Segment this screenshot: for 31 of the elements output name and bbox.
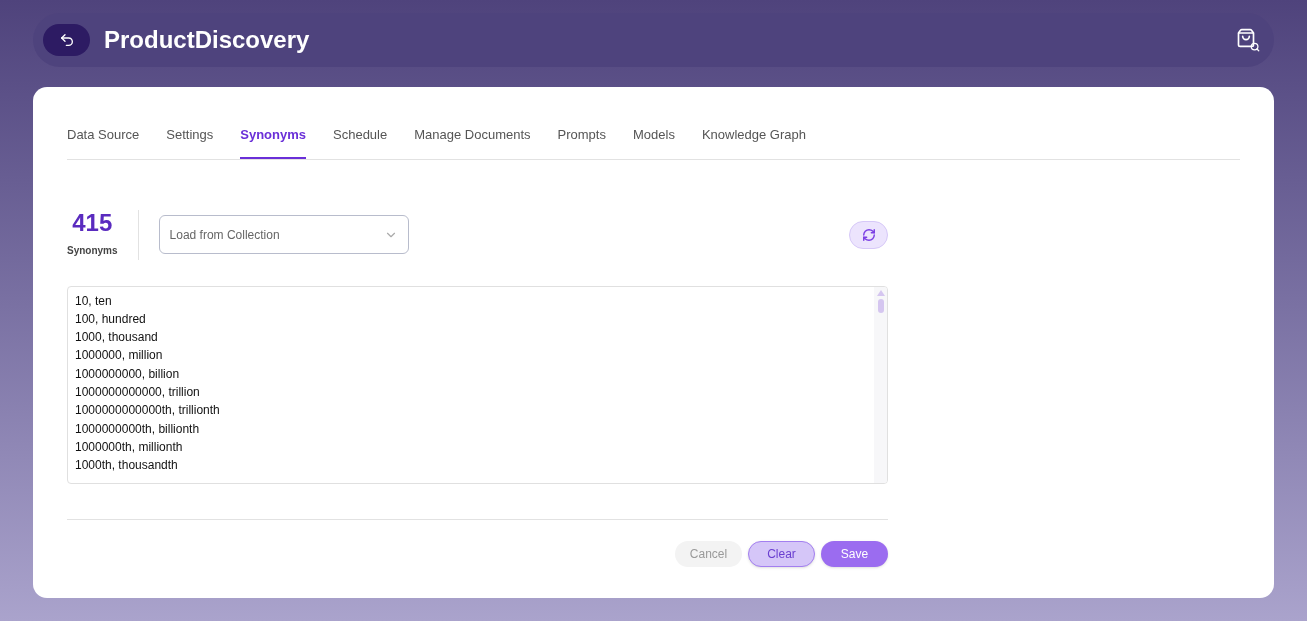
- synonym-line: 1000000000000, trillion: [75, 384, 201, 401]
- synonym-line: 10, ten: [75, 292, 113, 310]
- synonym-line: 1000000000, billion: [75, 365, 181, 383]
- shopping-bag-search-icon[interactable]: [1236, 28, 1260, 52]
- synonym-line: 1000000000th, billionth: [75, 420, 201, 438]
- scrollbar[interactable]: [874, 286, 887, 483]
- refresh-button[interactable]: [849, 220, 888, 249]
- tab[interactable]: Models: [632, 125, 675, 159]
- tab[interactable]: Settings: [166, 125, 214, 159]
- synonyms-text-area[interactable]: 10, ten 100, hundred 1000, thousand 1000000, million 1000000000, billion 1000000000000, trillion 1000000000000th, trillionth 1000000000th, billionth 1000000th, millionth 1000th, thousandth: [67, 285, 888, 484]
- back-button[interactable]: [43, 24, 90, 56]
- app-title: ProductDiscovery: [104, 25, 310, 55]
- synonym-line: 100, hundred: [75, 310, 147, 328]
- synonym-line: 1000000, million: [75, 347, 164, 365]
- tab[interactable]: Prompts: [557, 125, 606, 159]
- synonym-count: 415: [72, 211, 113, 235]
- collection-dropdown[interactable]: Load from Collection: [158, 215, 409, 254]
- synonym-line: 1000000th, millionth: [75, 438, 184, 456]
- synonym-line: 1000, thousand: [75, 329, 159, 347]
- tab[interactable]: Schedule: [333, 125, 388, 159]
- tab[interactable]: Manage Documents: [414, 125, 531, 159]
- refresh-icon: [861, 227, 876, 242]
- tab[interactable]: Data Source: [67, 125, 140, 159]
- tab[interactable]: Knowledge Graph: [701, 125, 806, 159]
- synonym-line: 1000000000000th, trillionth: [75, 402, 221, 420]
- action-button[interactable]: Clear: [748, 540, 815, 567]
- synonym-line: 1000th, thousandth: [75, 457, 179, 475]
- action-button[interactable]: Save: [821, 540, 888, 567]
- back-arrow-icon: [58, 32, 75, 48]
- tab[interactable]: Synonyms: [240, 125, 306, 159]
- synonym-count-label: Synonyms: [67, 244, 118, 258]
